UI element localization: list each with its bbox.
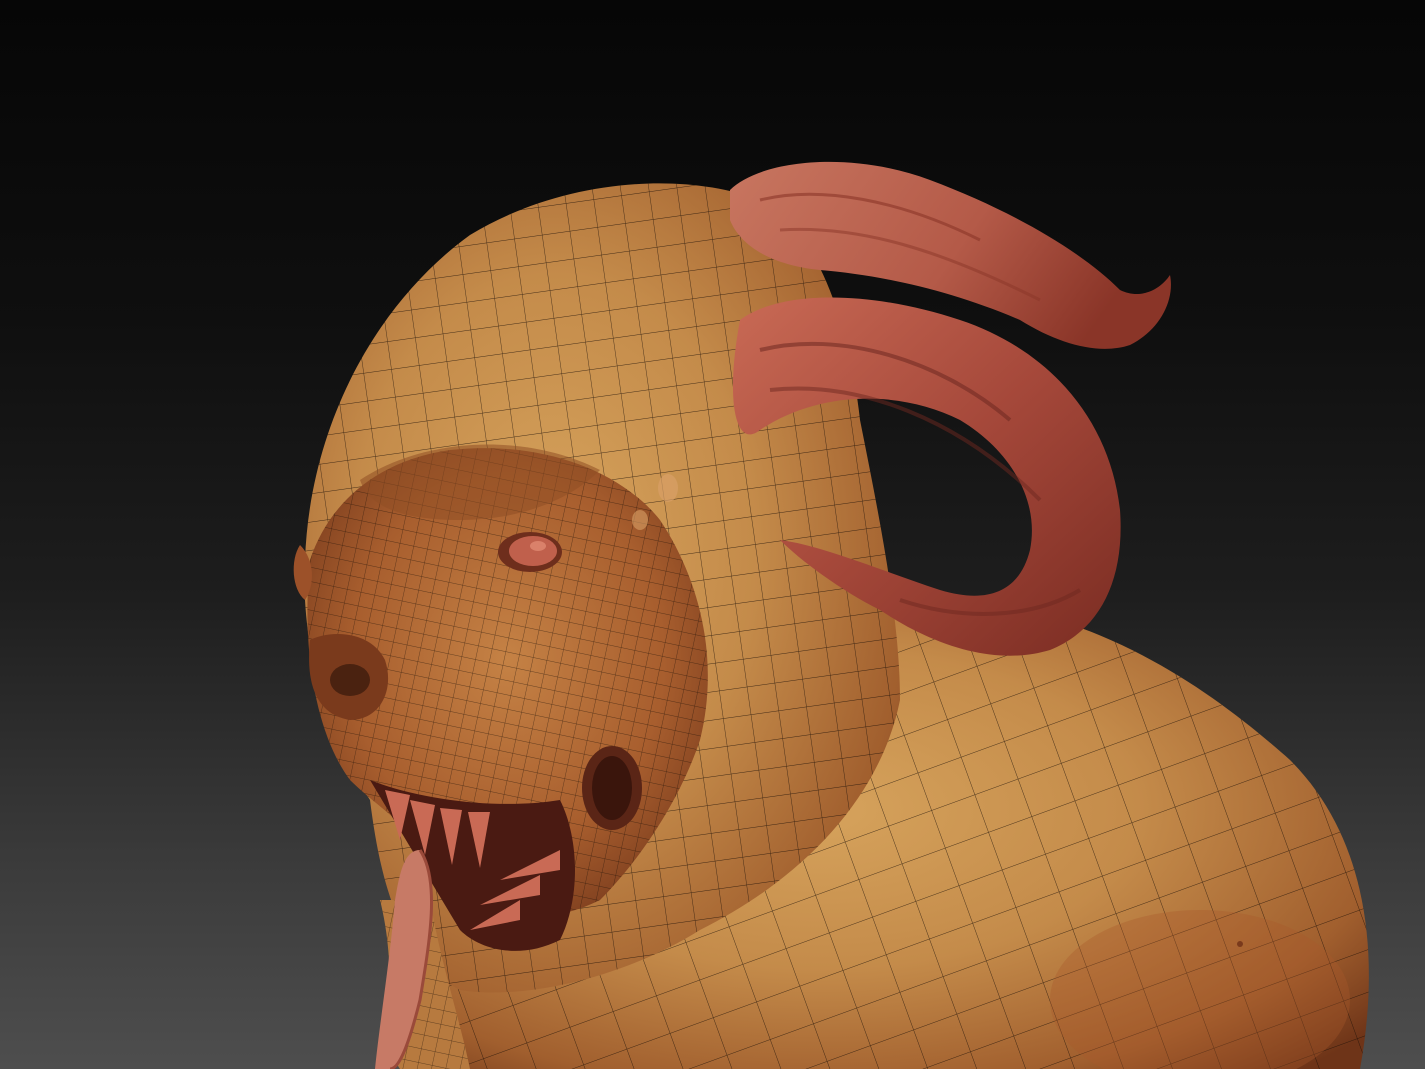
sculpt-model[interactable] — [0, 0, 1425, 1069]
3d-viewport[interactable] — [0, 0, 1425, 1069]
creature-eye — [509, 536, 557, 566]
